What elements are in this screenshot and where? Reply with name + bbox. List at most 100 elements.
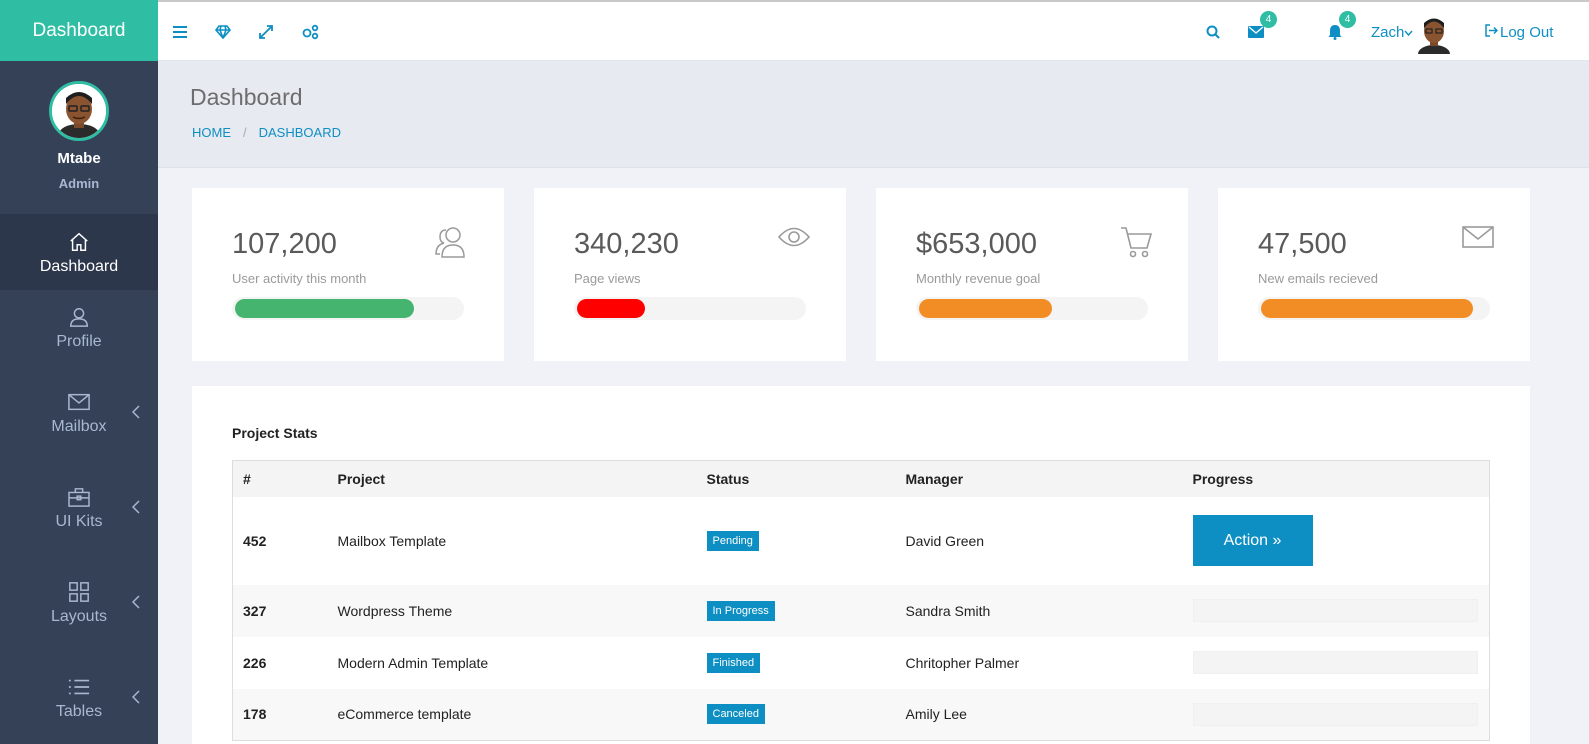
cell-project: Modern Admin Template — [327, 636, 697, 689]
stat-value: 47,500 — [1258, 228, 1347, 260]
project-stats-panel: Project Stats # Project Status Manager P… — [192, 386, 1530, 744]
cell-id: 226 — [232, 636, 328, 689]
status-badge: Canceled — [706, 704, 765, 725]
stat-label: Page views — [574, 271, 641, 286]
stat-progress-track — [916, 297, 1148, 320]
cell-project: eCommerce template — [327, 688, 697, 741]
column-header: # — [232, 460, 328, 497]
users-icon — [434, 226, 468, 263]
topbar: 4 4 Zach Log Out — [158, 0, 1589, 61]
stat-progress-fill — [1261, 299, 1474, 318]
user-icon — [68, 305, 90, 329]
stat-progress-track — [574, 297, 806, 320]
chevron-down-icon — [1404, 24, 1413, 41]
sidebar-item-dashboard[interactable]: Dashboard — [0, 215, 158, 290]
list-icon — [68, 675, 90, 699]
expand-icon[interactable] — [256, 22, 276, 42]
logout-link[interactable]: Log Out — [1485, 24, 1553, 41]
bell-icon[interactable]: 4 — [1325, 11, 1356, 42]
avatar[interactable] — [49, 81, 109, 141]
progress-bar — [1192, 599, 1478, 622]
user-menu[interactable]: Zach — [1371, 24, 1413, 41]
cart-icon — [1120, 226, 1153, 263]
breadcrumb-home[interactable]: HOME — [192, 125, 231, 140]
sidebar-item-mailbox[interactable]: Mailbox — [0, 365, 158, 460]
progress-bar — [1192, 651, 1478, 674]
breadcrumb-dashboard[interactable]: DASHBOARD — [259, 125, 341, 140]
stat-card-revenue: $653,000 Monthly revenue goal — [876, 188, 1188, 361]
cell-manager: David Green — [895, 496, 1183, 585]
table-row[interactable]: 452 Mailbox Template Pending David Green… — [232, 496, 1490, 585]
stat-label: User activity this month — [232, 271, 367, 286]
cell-progress — [1182, 636, 1490, 689]
sidebar-item-tables[interactable]: Tables — [0, 650, 158, 744]
breadcrumb-separator: / — [243, 125, 247, 140]
project-table: # Project Status Manager Progress 452 Ma… — [232, 460, 1490, 741]
sidebar-item-profile[interactable]: Profile — [0, 290, 158, 365]
stat-card-emails: 47,500 New emails recieved — [1218, 188, 1530, 361]
stat-progress-track — [232, 297, 464, 320]
column-header: Manager — [895, 460, 1183, 497]
cell-manager: Amily Lee — [895, 688, 1183, 741]
user-name: Zach — [1371, 24, 1405, 41]
table-row[interactable]: 327 Wordpress Theme In Progress Sandra S… — [232, 584, 1490, 637]
sidebar-item-label: Profile — [56, 332, 102, 350]
cell-project: Mailbox Template — [327, 496, 697, 585]
sign-out-icon — [1485, 24, 1499, 41]
chevron-left-icon — [131, 594, 140, 614]
stat-value: 340,230 — [574, 228, 679, 260]
menu-icon[interactable] — [170, 22, 190, 42]
profile-panel: Mtabe Admin — [0, 61, 158, 215]
column-header: Progress — [1182, 460, 1490, 497]
stat-card-user-activity: 107,200 User activity this month — [192, 188, 504, 361]
sidebar-item-label: Layouts — [50, 607, 108, 625]
sidebar-item-layouts[interactable]: Layouts — [0, 555, 158, 650]
sidebar-item-label: Dashboard — [39, 257, 119, 275]
briefcase-icon — [68, 485, 90, 509]
stat-value: $653,000 — [916, 228, 1037, 260]
column-header: Project — [327, 460, 697, 497]
cell-manager: Sandra Smith — [895, 584, 1183, 637]
table-row[interactable]: 178 eCommerce template Canceled Amily Le… — [232, 688, 1490, 741]
sidebar-item-ui-kits[interactable]: UI Kits — [0, 460, 158, 555]
stat-progress-fill — [919, 299, 1053, 318]
table-row[interactable]: 226 Modern Admin Template Finished Chrit… — [232, 636, 1490, 689]
diamond-icon[interactable] — [213, 22, 233, 42]
status-badge: Finished — [706, 652, 761, 673]
status-badge: In Progress — [706, 600, 775, 621]
brand-title[interactable]: Dashboard — [0, 0, 158, 61]
progress-bar — [1192, 702, 1478, 726]
stat-label: New emails recieved — [1258, 271, 1378, 286]
gears-icon[interactable] — [300, 22, 320, 42]
cell-progress: Action » — [1182, 496, 1490, 585]
cell-status: Canceled — [696, 688, 896, 741]
page-header: Dashboard HOME / DASHBOARD — [158, 61, 1589, 168]
sidebar-item-label: UI Kits — [55, 512, 103, 530]
page-title: Dashboard — [190, 84, 303, 110]
sidebar: Dashboard Mtabe Admin Dashboard Profile … — [0, 0, 158, 744]
cell-status: In Progress — [696, 584, 896, 637]
search-icon[interactable] — [1203, 22, 1223, 42]
eye-icon — [777, 226, 811, 253]
sidebar-item-label: Tables — [55, 702, 103, 720]
cell-status: Finished — [696, 636, 896, 689]
home-icon — [68, 230, 90, 254]
stat-label: Monthly revenue goal — [916, 271, 1041, 286]
action-button[interactable]: Action » — [1192, 515, 1313, 566]
stat-card-page-views: 340,230 Page views — [534, 188, 846, 361]
profile-role: Admin — [58, 176, 100, 191]
chevron-left-icon — [131, 499, 140, 519]
messages-icon[interactable]: 4 — [1246, 11, 1277, 42]
user-avatar[interactable] — [1416, 14, 1452, 54]
chevron-left-icon — [131, 689, 140, 709]
panel-title: Project Stats — [232, 425, 318, 441]
stat-progress-fill — [577, 299, 645, 318]
status-badge: Pending — [706, 530, 759, 551]
logout-label: Log Out — [1500, 24, 1554, 41]
cell-id: 178 — [232, 688, 328, 741]
cell-id: 452 — [232, 496, 328, 585]
chevron-left-icon — [131, 404, 140, 424]
stat-value: 107,200 — [232, 228, 337, 260]
notifications-badge: 4 — [1339, 11, 1356, 28]
envelope-icon — [1462, 226, 1494, 253]
